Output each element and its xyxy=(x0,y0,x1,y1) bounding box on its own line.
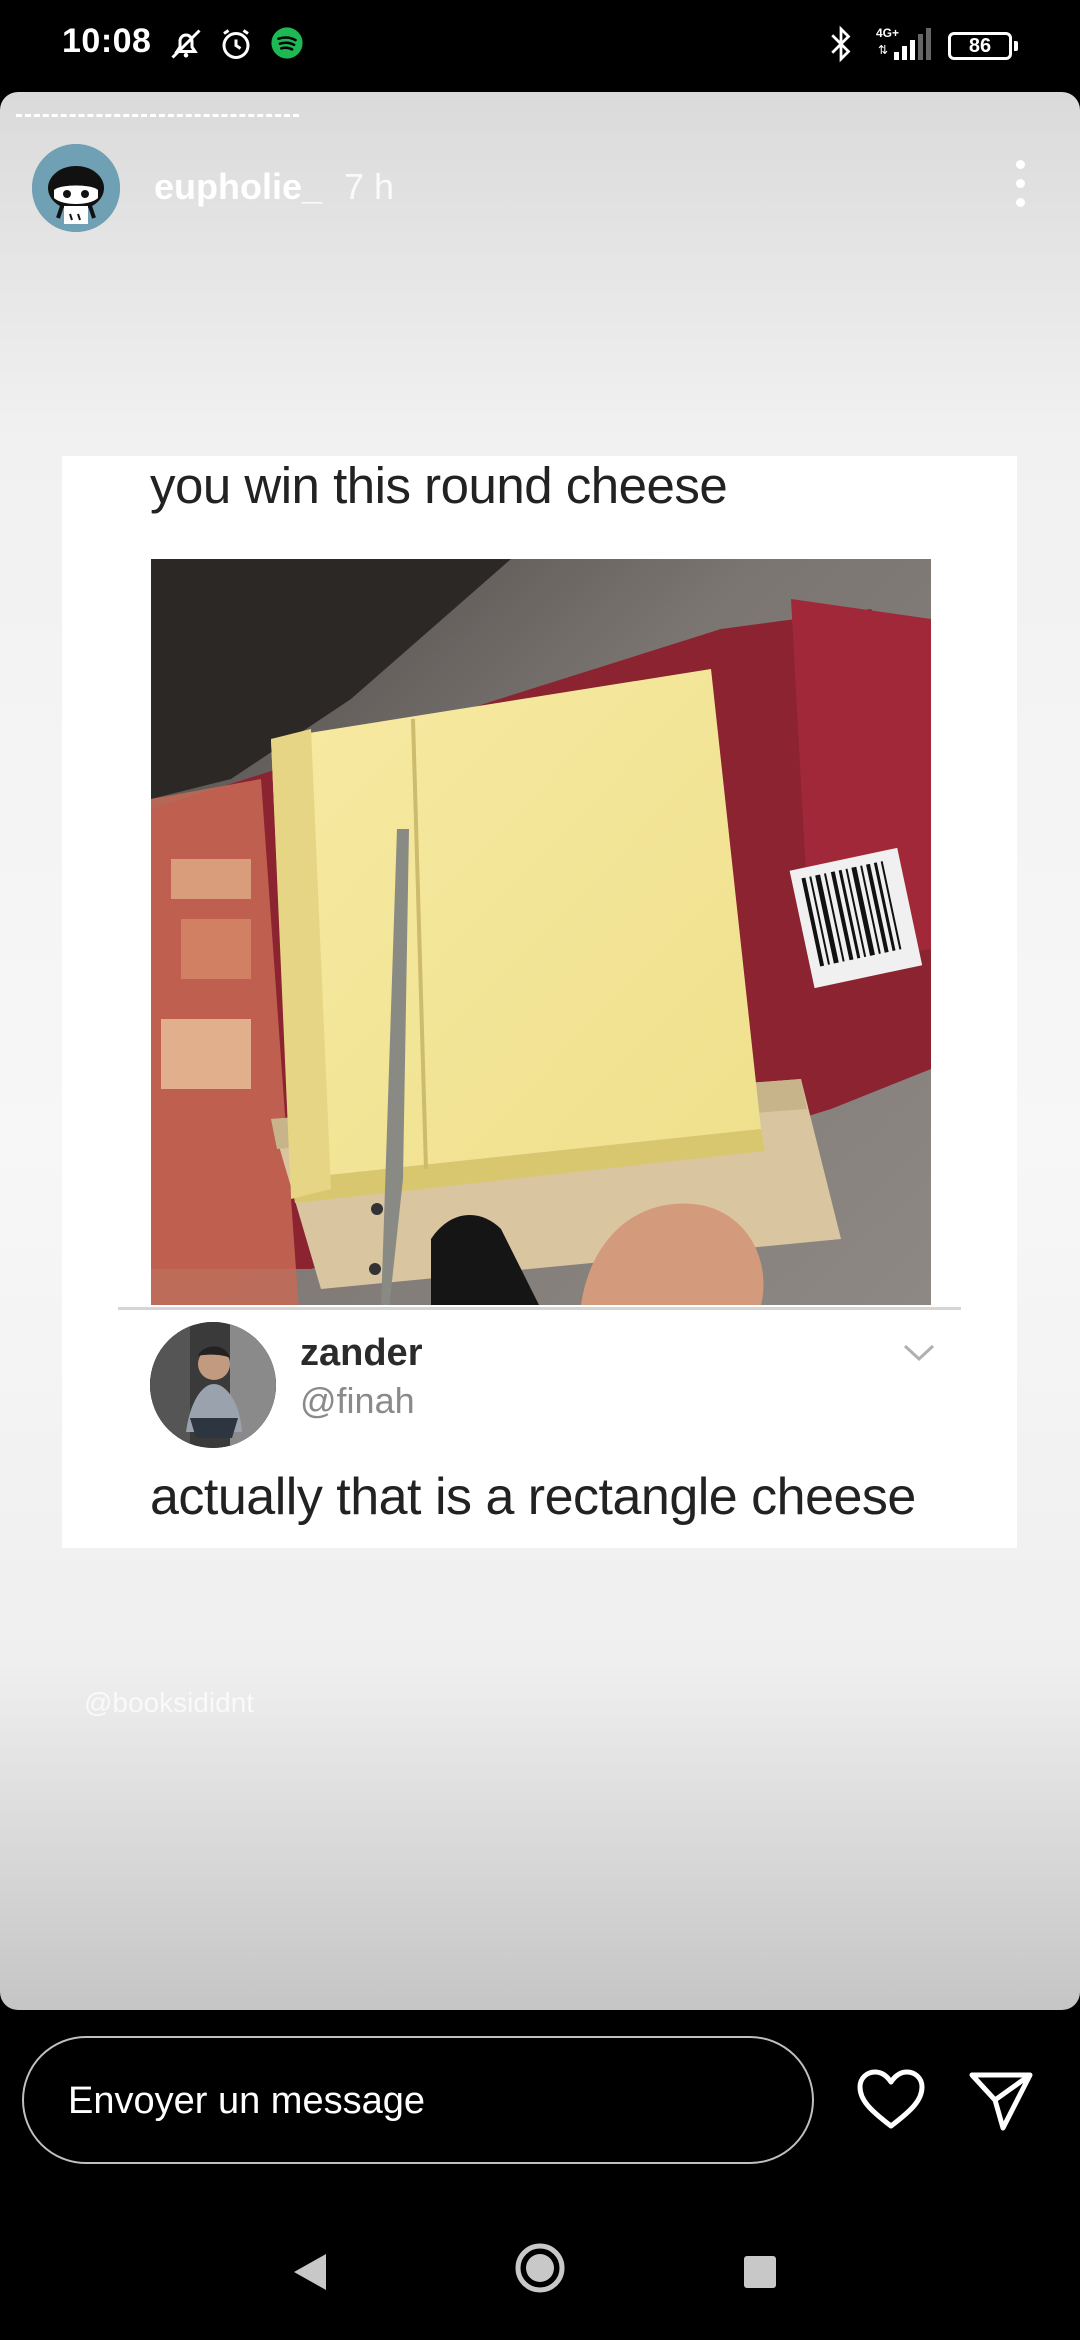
watermark: @booksididnt xyxy=(84,1687,255,1718)
bluetooth-icon xyxy=(831,25,851,63)
home-icon[interactable] xyxy=(512,2240,568,2296)
heart-icon[interactable] xyxy=(856,2068,926,2130)
story-time-ago: 7 h xyxy=(344,166,395,207)
signal-icon: 4G+ ⇅ xyxy=(876,26,931,60)
card-divider xyxy=(118,1307,961,1310)
message-placeholder: Envoyer un message xyxy=(68,2080,425,2122)
story-progress-fill xyxy=(16,114,299,120)
send-icon[interactable] xyxy=(968,2070,1034,2132)
recents-icon[interactable] xyxy=(744,2256,776,2288)
bell-muted-icon xyxy=(171,29,201,59)
network-type: 4G+ xyxy=(876,26,899,40)
reply-handle: @finah xyxy=(300,1380,415,1421)
meme-caption: you win this round cheese xyxy=(150,457,728,514)
reply-avatar xyxy=(150,1322,276,1448)
cheese-photo-drawing xyxy=(151,559,931,1305)
battery-level: 86 xyxy=(968,35,992,57)
story-progress-bar xyxy=(16,114,1064,117)
chevron-down-icon xyxy=(903,1344,935,1362)
user-avatar[interactable] xyxy=(32,144,120,232)
svg-text:⇅: ⇅ xyxy=(878,43,888,57)
reply-text: actually that is a rectangle cheese xyxy=(150,1468,916,1526)
story-viewer[interactable]: eupholie_ 7 h you win this round cheese xyxy=(0,92,1080,2010)
story-header: eupholie_ 7 h xyxy=(32,144,1048,234)
cheese-photo xyxy=(151,559,931,1305)
story-username[interactable]: eupholie_ xyxy=(154,166,322,208)
meme-card: you win this round cheese zander @finah … xyxy=(62,456,1017,1548)
spotify-icon xyxy=(271,27,303,59)
avatar-drawing xyxy=(32,144,120,232)
status-bar: 10:08 4G+ ⇅ 86 xyxy=(0,0,1080,92)
alarm-icon xyxy=(222,29,250,59)
more-options-icon[interactable] xyxy=(1012,160,1028,218)
battery-icon: 86 xyxy=(948,32,1018,60)
message-input[interactable]: Envoyer un message xyxy=(22,2036,814,2164)
reply-name: zander xyxy=(300,1332,423,1374)
back-icon[interactable] xyxy=(290,2250,330,2294)
status-time: 10:08 xyxy=(62,22,152,60)
reply-avatar-drawing xyxy=(150,1322,276,1448)
